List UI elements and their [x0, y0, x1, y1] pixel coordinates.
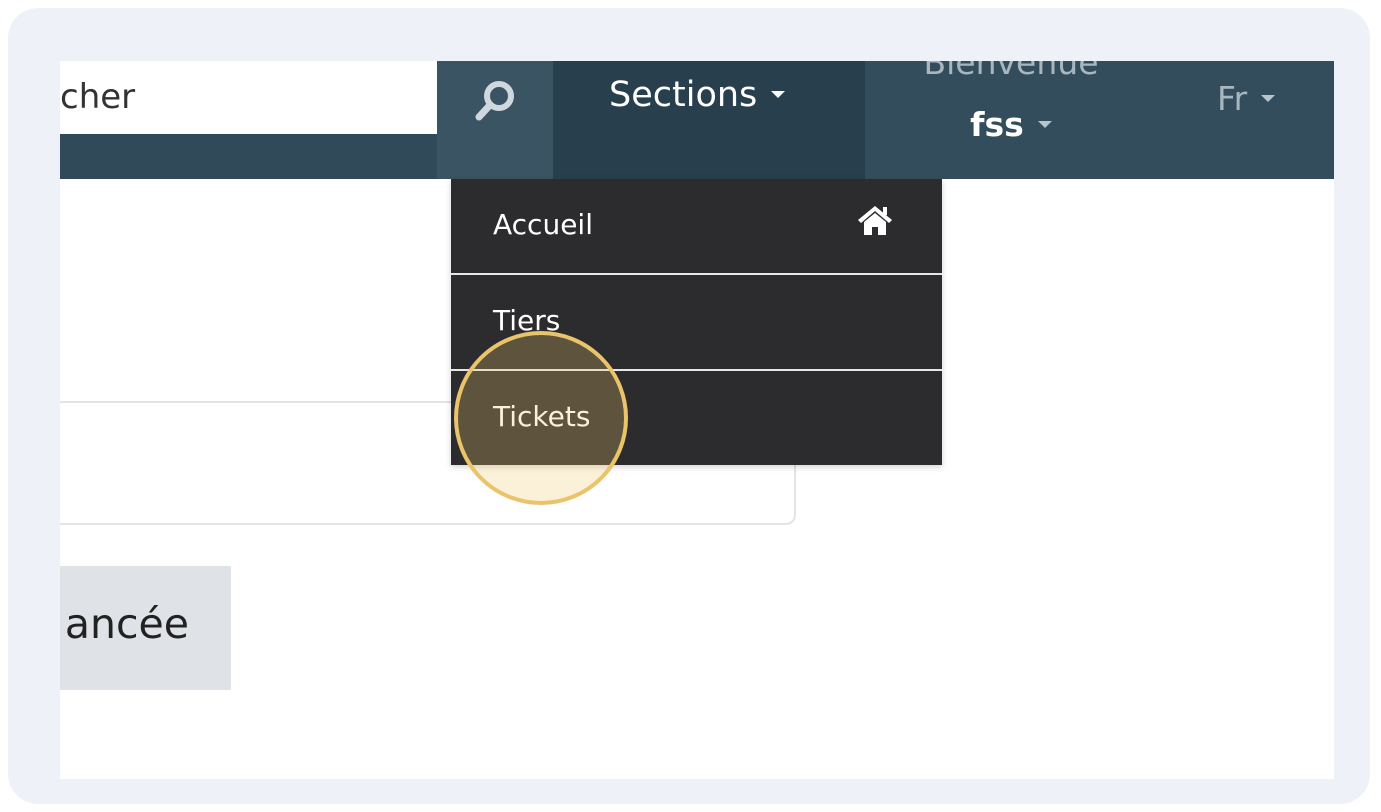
home-icon: [858, 206, 892, 235]
dropdown-item-tickets[interactable]: Tickets: [451, 371, 942, 465]
advanced-search-label: ancée: [64, 600, 189, 648]
sections-label: Sections: [609, 75, 758, 115]
sections-dropdown-menu: Accueil Tiers Tickets: [451, 179, 942, 465]
language-menu-button[interactable]: Fr: [1157, 61, 1334, 179]
advanced-search-button[interactable]: ancée: [60, 566, 231, 690]
dropdown-item-label: Accueil: [493, 208, 593, 241]
dropdown-item-tiers[interactable]: Tiers: [451, 275, 942, 369]
dropdown-item-label: Tickets: [493, 400, 591, 433]
dropdown-item-accueil[interactable]: Accueil: [451, 179, 942, 273]
language-label: Fr: [1217, 79, 1248, 118]
chevron-down-icon: [1037, 121, 1052, 128]
dropdown-item-label: Tiers: [493, 304, 561, 337]
sections-menu-button[interactable]: Sections: [553, 61, 865, 179]
search-input[interactable]: [60, 61, 482, 134]
screenshot-frame: Sections Bienvenue fss Fr ancée Accueil: [8, 8, 1370, 804]
username-container: fss: [865, 105, 1157, 144]
search-button[interactable]: [437, 61, 553, 179]
chevron-down-icon: [771, 90, 786, 98]
browser-viewport: Sections Bienvenue fss Fr ancée Accueil: [60, 61, 1334, 779]
username: fss: [970, 105, 1024, 144]
chevron-down-icon: [1261, 95, 1276, 102]
welcome-text: Bienvenue: [923, 61, 1099, 82]
user-menu-button[interactable]: Bienvenue fss: [865, 61, 1157, 179]
search-icon: [475, 81, 514, 121]
top-navbar: Sections Bienvenue fss Fr: [60, 61, 1334, 179]
